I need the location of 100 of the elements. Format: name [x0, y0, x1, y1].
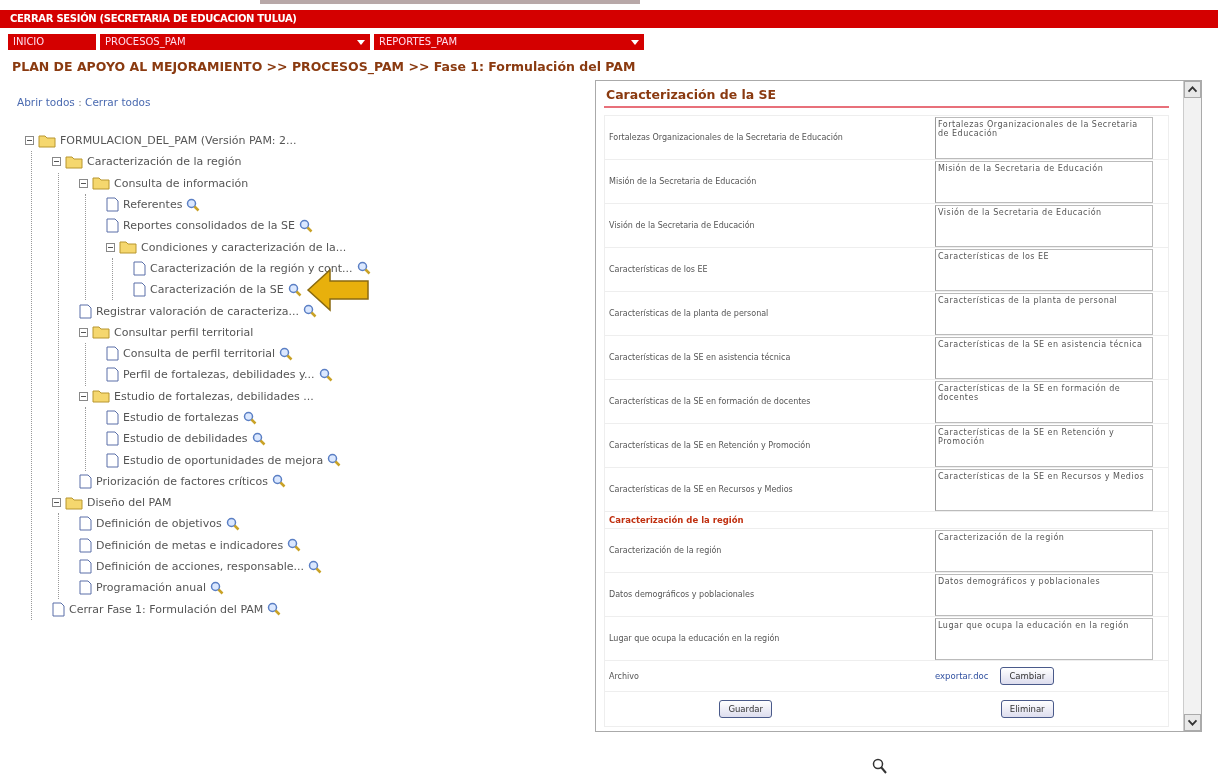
search-icon[interactable]	[225, 517, 240, 531]
search-icon[interactable]	[209, 580, 224, 595]
document-icon	[52, 601, 65, 617]
menu-item[interactable]: REPORTES_PAM	[374, 34, 644, 50]
section-heading: Caracterización de la región	[605, 512, 1168, 529]
document-icon	[79, 516, 92, 532]
text-area[interactable]: Características de la SE en asistencia técnica	[935, 336, 1153, 379]
search-icon[interactable]	[356, 261, 371, 276]
text-area[interactable]: Características de los EE	[935, 248, 1153, 291]
text-area[interactable]: Fortalezas Organizacionales de la Secretaria de Educación	[935, 116, 1153, 159]
document-icon	[106, 431, 119, 447]
collapse-toggle-icon[interactable]	[52, 498, 61, 508]
field-label: Características de la SE en asistencia técnica	[609, 353, 792, 362]
text-area[interactable]: Lugar que ocupa la educación en la región	[935, 617, 1153, 660]
tree-item[interactable]: Caracterización de la región y cont...	[150, 261, 353, 275]
tree-item[interactable]: Estudio de oportunidades de mejora	[123, 453, 324, 467]
tree-item[interactable]: Caracterización de la SE	[150, 283, 284, 297]
scroll-down-icon[interactable]	[1184, 714, 1201, 731]
scrollbar[interactable]	[1183, 81, 1201, 731]
search-icon[interactable]	[271, 474, 286, 489]
text-area[interactable]: Visión de la Secretaria de Educación	[935, 204, 1153, 247]
tree-item[interactable]: Estudio de fortalezas, debilidades ...	[114, 389, 314, 403]
zoom-cursor-icon	[872, 758, 888, 776]
search-icon[interactable]	[308, 559, 323, 574]
text-area[interactable]: Características de la SE en formación de docentes	[935, 380, 1153, 423]
change-button[interactable]: Cambiar	[1000, 667, 1055, 685]
tree-item[interactable]: Referentes	[123, 198, 183, 212]
logout-link[interactable]: CERRAR SESIÓN (SECRETARIA DE EDUCACION TULUA)	[0, 10, 1218, 28]
tree-item[interactable]: FORMULACION_DEL_PAM (Versión PAM: 2...	[60, 134, 297, 148]
search-icon[interactable]	[287, 538, 302, 553]
document-icon	[106, 452, 119, 468]
search-icon[interactable]	[298, 218, 313, 233]
tree-item[interactable]: Programación anual	[96, 581, 206, 595]
file-link[interactable]: exportar.doc	[935, 671, 989, 681]
tree-item[interactable]: Definición de acciones, responsable...	[96, 560, 305, 574]
search-icon[interactable]	[242, 410, 257, 425]
folder-icon	[92, 389, 110, 404]
tree-item[interactable]: Consulta de información	[114, 176, 249, 190]
folder-icon	[92, 176, 110, 191]
field-label: Características de la planta de personal	[609, 309, 770, 318]
document-icon	[79, 580, 92, 596]
tree-item[interactable]: Definición de objetivos	[96, 517, 222, 531]
tree-item[interactable]: Reportes consolidados de la SE	[123, 219, 295, 233]
tree-item[interactable]: Definición de metas e indicadores	[96, 538, 284, 552]
text-area[interactable]: Características de la SE en Retención y Promoción	[935, 424, 1153, 467]
expand-all-link[interactable]: Abrir todos	[17, 96, 75, 108]
menu-item[interactable]: PROCESOS_PAM	[100, 34, 370, 50]
panel-title: Caracterización de la SE	[604, 85, 1169, 108]
search-icon[interactable]	[267, 602, 282, 617]
tree-item[interactable]: Priorización de factores críticos	[96, 474, 268, 488]
folder-icon	[38, 133, 56, 148]
field-label: Características de los EE	[609, 265, 709, 274]
collapse-toggle-icon[interactable]	[79, 178, 88, 188]
folder-icon	[65, 495, 83, 510]
field-label: Características de la SE en Retención y Promoción	[609, 441, 812, 450]
field-label: Fortalezas Organizacionales de la Secretaria de Educación	[609, 133, 844, 142]
folder-icon	[119, 240, 137, 255]
tree-item[interactable]: Consultar perfil territorial	[114, 325, 254, 339]
search-icon[interactable]	[279, 346, 294, 361]
collapse-toggle-icon[interactable]	[79, 327, 88, 337]
tree-item[interactable]: Diseño del PAM	[87, 496, 172, 510]
field-label: Caracterización de la región	[609, 546, 723, 555]
search-icon[interactable]	[251, 431, 266, 446]
tree-item[interactable]: Registrar valoración de caracteriza...	[96, 304, 299, 318]
search-icon[interactable]	[287, 282, 302, 297]
collapse-toggle-icon[interactable]	[52, 157, 61, 167]
document-icon	[106, 410, 119, 425]
collapse-all-link[interactable]: Cerrar todos	[85, 96, 151, 108]
field-label: Datos demográficos y poblacionales	[609, 590, 756, 599]
tree-item[interactable]: Caracterización de la región	[87, 155, 242, 169]
collapse-toggle-icon[interactable]	[106, 242, 115, 252]
tree-item[interactable]: Perfil de fortalezas, debilidades y...	[123, 368, 315, 382]
tree-item[interactable]: Condiciones y caracterización de la...	[141, 240, 347, 254]
search-icon[interactable]	[327, 453, 342, 468]
menu-item[interactable]: INICIO	[8, 34, 96, 50]
tree-item[interactable]: Cerrar Fase 1: Formulación del PAM	[69, 602, 264, 616]
search-icon[interactable]	[318, 367, 333, 382]
document-icon	[133, 260, 146, 276]
text-area[interactable]: Misión de la Secretaria de Educación	[935, 160, 1153, 203]
collapse-toggle-icon[interactable]	[79, 391, 88, 401]
search-icon[interactable]	[186, 197, 201, 212]
search-icon[interactable]	[302, 304, 317, 318]
tree-item[interactable]: Estudio de debilidades	[123, 432, 248, 446]
tree-item[interactable]: Estudio de fortalezas	[123, 411, 239, 424]
text-area[interactable]: Características de la SE en Recursos y Medios	[935, 468, 1153, 511]
field-label: Misión de la Secretaria de Educación	[609, 177, 758, 186]
document-icon	[79, 303, 92, 319]
field-label: Lugar que ocupa la educación en la región	[609, 634, 781, 643]
text-area[interactable]: Datos demográficos y poblacionales	[935, 573, 1153, 616]
folder-icon	[92, 325, 110, 340]
form-button[interactable]: Guardar	[719, 700, 772, 718]
form-button[interactable]: Eliminar	[1000, 700, 1054, 718]
link-separator: :	[78, 96, 82, 108]
text-area[interactable]: Caracterización de la región	[935, 529, 1153, 572]
text-area[interactable]: Características de la planta de personal	[935, 292, 1153, 335]
document-icon	[79, 473, 92, 489]
tree-item[interactable]: Consulta de perfil territorial	[123, 347, 276, 361]
breadcrumb: PLAN DE APOYO AL MEJORAMIENTO >> PROCESOS_PAM >> Fase 1: Formulación del PAM	[12, 59, 636, 74]
collapse-toggle-icon[interactable]	[25, 136, 34, 146]
scroll-up-icon[interactable]	[1184, 81, 1201, 98]
